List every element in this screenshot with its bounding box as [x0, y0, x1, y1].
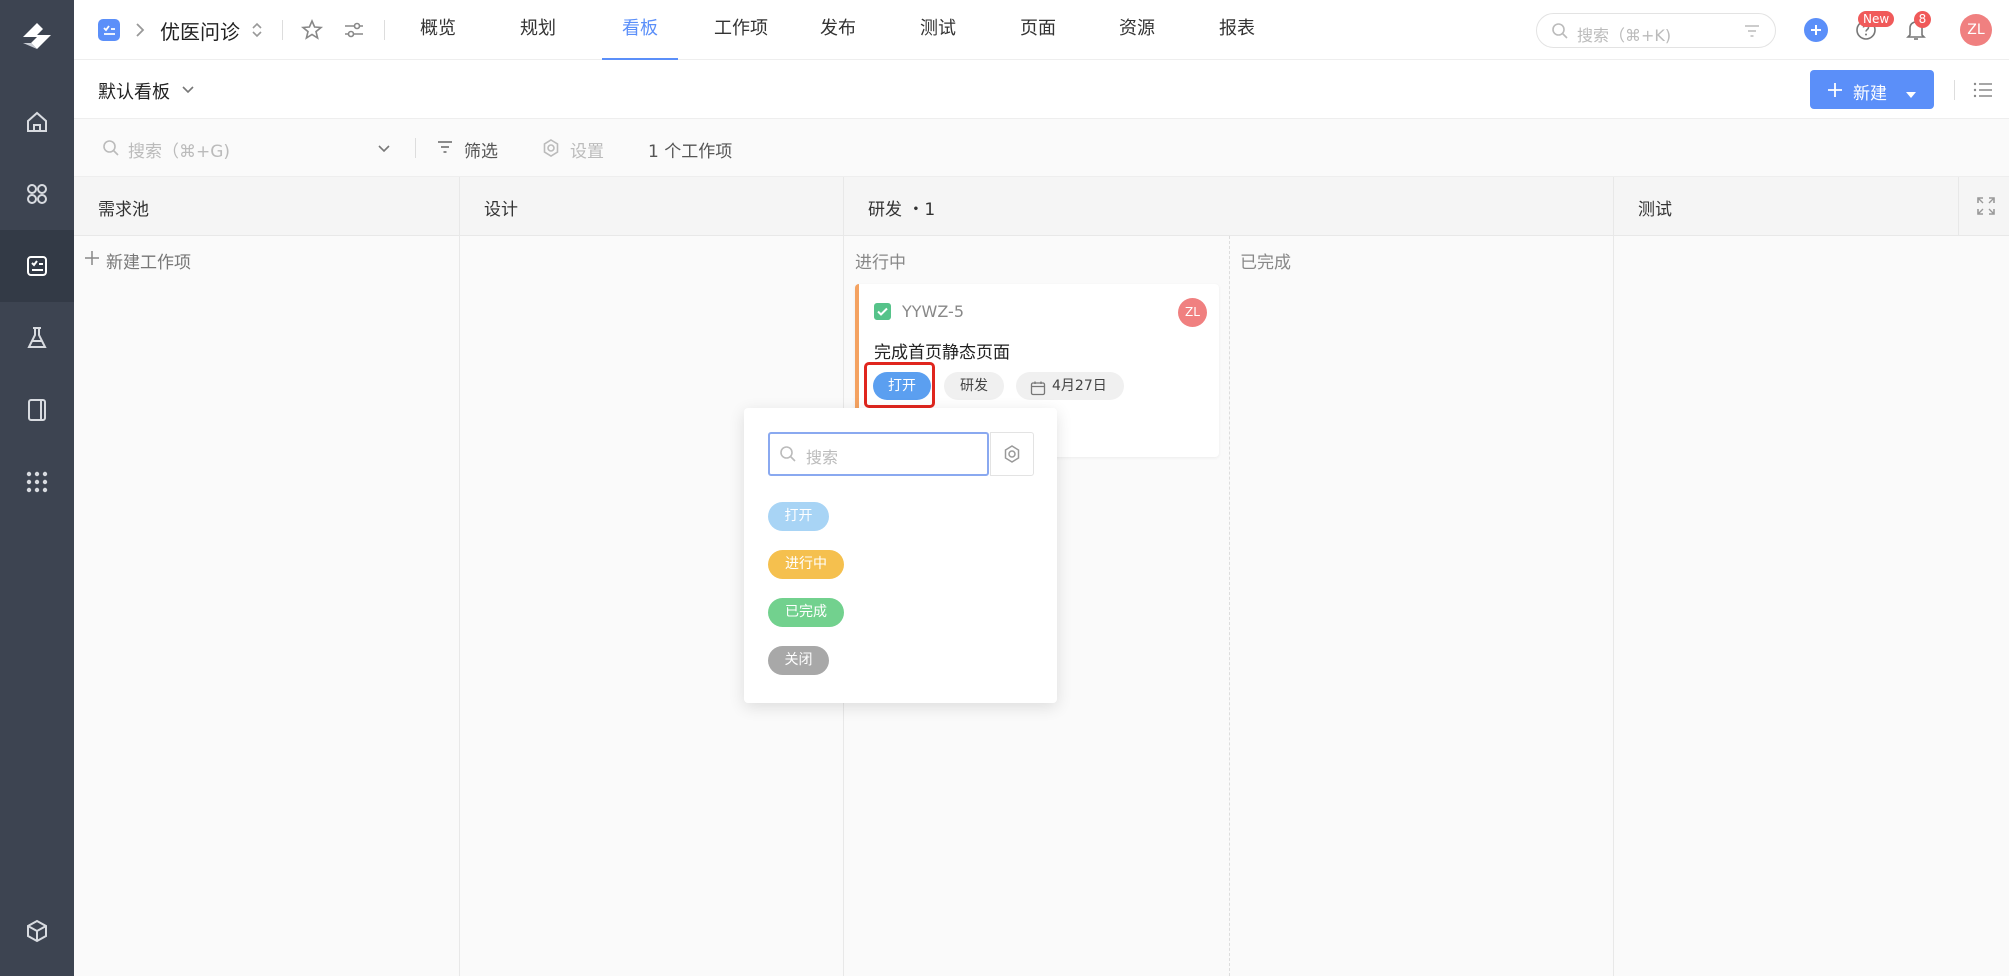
- task-type-icon: [874, 303, 891, 320]
- chevron-down-icon[interactable]: [376, 141, 392, 160]
- calendar-icon: [1030, 378, 1046, 406]
- list-view-icon[interactable]: [1972, 80, 1994, 104]
- tab-overview[interactable]: 概览: [406, 0, 470, 60]
- column-backlog: [74, 236, 460, 976]
- home-icon[interactable]: [0, 86, 74, 158]
- top-bar: 优医问诊 概览 规划 看板 工作项 发布 测试 页面 资源 报表 搜索（⌘+K)…: [74, 0, 2009, 60]
- new-item-label: 新建: [1853, 84, 1887, 104]
- tab-pages[interactable]: 页面: [1006, 0, 1070, 60]
- notification-count-badge: 8: [1914, 11, 1931, 28]
- column-header-design: 设计: [460, 177, 844, 236]
- tab-reports[interactable]: 报表: [1205, 0, 1269, 60]
- column-header-testing: 测试: [1614, 177, 1959, 236]
- subcolumn-done: 已完成: [1240, 253, 1291, 273]
- due-date-text: 4月27日: [1052, 378, 1107, 394]
- board-bar: 默认看板 新建: [74, 60, 2009, 119]
- project-icon[interactable]: [0, 230, 74, 302]
- stage-pill[interactable]: 研发: [944, 372, 1004, 400]
- status-search-placeholder: 搜索: [806, 448, 839, 467]
- settings-sliders-icon[interactable]: [342, 18, 366, 46]
- divider: [1954, 80, 1955, 100]
- switch-project-icon[interactable]: [250, 20, 264, 44]
- book-icon[interactable]: [0, 374, 74, 446]
- status-option-open[interactable]: 打开: [768, 502, 829, 531]
- tab-release[interactable]: 发布: [806, 0, 870, 60]
- chevron-down-icon[interactable]: [180, 82, 196, 101]
- app-root: 优医问诊 概览 规划 看板 工作项 发布 测试 页面 资源 报表 搜索（⌘+K)…: [0, 0, 2009, 976]
- status-option-in-progress[interactable]: 进行中: [768, 550, 844, 579]
- global-search-input[interactable]: 搜索（⌘+K): [1536, 13, 1776, 48]
- status-pill-highlight: [864, 362, 935, 408]
- tab-kanban[interactable]: 看板: [602, 0, 678, 60]
- status-search-input[interactable]: 搜索: [768, 432, 989, 476]
- caret-down-icon: [1905, 85, 1917, 105]
- search-icon: [779, 445, 797, 467]
- gear-icon[interactable]: [541, 138, 561, 162]
- settings-button[interactable]: 设置: [570, 137, 604, 162]
- gear-icon: [1002, 444, 1022, 468]
- column-title: 设计: [484, 200, 518, 220]
- board-search-input[interactable]: 搜索（⌘+G): [128, 137, 230, 162]
- subcolumn-in-progress: 进行中: [855, 253, 906, 273]
- chevron-right-icon: [134, 20, 146, 44]
- filter-icon[interactable]: [1743, 23, 1761, 43]
- due-date-pill[interactable]: 4月27日: [1016, 372, 1124, 400]
- filter-icon[interactable]: [436, 138, 454, 160]
- filter-button[interactable]: 筛选: [464, 137, 498, 162]
- global-search-placeholder: 搜索（⌘+K): [1577, 26, 1672, 45]
- new-item-button[interactable]: 新建: [1810, 70, 1934, 109]
- column-title: 需求池: [98, 200, 149, 220]
- search-icon: [1551, 22, 1569, 44]
- work-item-count: 1 个工作项: [648, 142, 733, 162]
- user-avatar[interactable]: ZL: [1960, 14, 1992, 46]
- search-icon: [102, 139, 120, 161]
- new-badge: New: [1858, 11, 1895, 27]
- plus-icon: [1826, 81, 1844, 104]
- divider: [415, 138, 416, 158]
- filter-bar: 搜索（⌘+G) 筛选 设置 1 个工作项: [74, 119, 2009, 177]
- project-title[interactable]: 优医问诊: [160, 16, 240, 45]
- column-title: 研发 ・1: [868, 200, 936, 220]
- cube-icon[interactable]: [0, 895, 74, 967]
- project-badge-icon[interactable]: [98, 19, 120, 41]
- status-option-done[interactable]: 已完成: [768, 598, 844, 627]
- apps-icon[interactable]: [0, 158, 74, 230]
- divider: [384, 20, 385, 40]
- tab-work-items[interactable]: 工作项: [701, 0, 781, 60]
- left-rail: [0, 0, 74, 976]
- board-name[interactable]: 默认看板: [98, 78, 170, 104]
- tab-testing[interactable]: 测试: [906, 0, 970, 60]
- column-header-development: 研发 ・1: [844, 177, 1614, 236]
- quick-add-button[interactable]: [1804, 18, 1828, 42]
- flask-icon[interactable]: [0, 302, 74, 374]
- tab-resources[interactable]: 资源: [1105, 0, 1169, 60]
- expand-icon[interactable]: [1976, 196, 1996, 220]
- new-work-item-button[interactable]: 新建工作项: [106, 248, 191, 273]
- expand-column-cell: [1959, 177, 2009, 236]
- column-title: 测试: [1638, 200, 1672, 220]
- status-option-closed[interactable]: 关闭: [768, 646, 829, 675]
- work-item-title[interactable]: 完成首页静态页面: [874, 338, 1010, 363]
- status-settings-button[interactable]: [990, 432, 1034, 476]
- column-testing: [1614, 236, 2009, 976]
- tab-planning[interactable]: 规划: [506, 0, 570, 60]
- work-item-id[interactable]: YYWZ-5: [902, 302, 964, 321]
- plus-icon: [84, 250, 100, 270]
- grid-menu-icon[interactable]: [0, 446, 74, 518]
- divider: [282, 20, 283, 40]
- subcolumn-divider: [1229, 236, 1230, 976]
- star-icon[interactable]: [300, 18, 324, 46]
- assignee-avatar[interactable]: ZL: [1178, 298, 1207, 327]
- status-dropdown: 搜索 打开 进行中 已完成 关闭: [744, 408, 1057, 703]
- column-header-backlog: 需求池: [74, 177, 460, 236]
- app-logo[interactable]: [0, 0, 74, 80]
